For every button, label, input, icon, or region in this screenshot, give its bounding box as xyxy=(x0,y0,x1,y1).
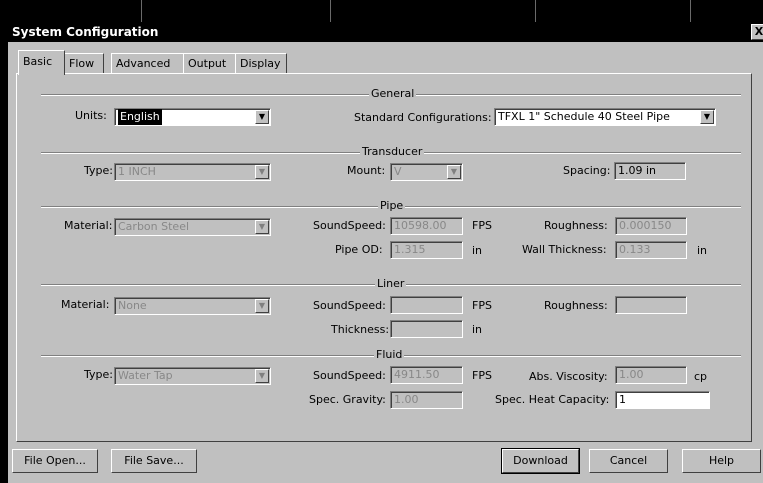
tab-basic[interactable]: Basic xyxy=(18,50,65,75)
section-title-general: General xyxy=(369,87,417,100)
transducer-type-value: 1 INCH xyxy=(118,165,156,178)
title-bar[interactable]: System Configuration X xyxy=(8,22,763,42)
liner-material-select: None ▼ xyxy=(114,297,271,315)
chevron-down-icon: ▼ xyxy=(255,299,269,313)
pipe-od-field: 1.315 xyxy=(390,241,463,259)
section-title-pipe: Pipe xyxy=(378,199,406,212)
pipe-material-value: Carbon Steel xyxy=(118,220,190,233)
close-button[interactable]: X xyxy=(751,24,763,40)
tab-flow[interactable]: Flow xyxy=(64,53,104,74)
liner-soundspeed-unit: FPS xyxy=(472,299,492,312)
spacing-field: 1.09 in xyxy=(614,162,686,180)
abs-viscosity-label: Abs. Viscosity: xyxy=(529,370,608,383)
pipe-soundspeed-field: 10598.00 xyxy=(390,217,463,235)
spec-gravity-field: 1.00 xyxy=(390,391,463,409)
mount-label: Mount: xyxy=(347,164,386,177)
fluid-soundspeed-unit: FPS xyxy=(472,369,492,382)
pipe-soundspeed-unit: FPS xyxy=(472,219,492,232)
pipe-soundspeed-label: SoundSpeed: xyxy=(313,219,386,232)
chevron-down-icon: ▼ xyxy=(255,369,269,383)
spec-gravity-value: 1.00 xyxy=(394,393,419,406)
units-label: Units: xyxy=(75,109,107,122)
pipe-material-select: Carbon Steel ▼ xyxy=(114,218,271,236)
file-open-button[interactable]: File Open... xyxy=(12,449,98,473)
transducer-type-select: 1 INCH ▼ xyxy=(114,163,271,181)
fluid-soundspeed-value: 4911.50 xyxy=(394,368,440,381)
wall-thickness-field: 0.133 xyxy=(615,241,687,259)
liner-thickness-field xyxy=(390,320,463,338)
liner-thickness-unit: in xyxy=(472,323,483,336)
liner-material-value: None xyxy=(118,299,147,312)
fluid-type-label: Type: xyxy=(84,368,113,381)
abs-viscosity-unit: cp xyxy=(694,370,708,383)
spec-heat-capacity-field[interactable]: 1 xyxy=(615,391,710,409)
background-divider xyxy=(535,0,536,22)
help-button[interactable]: Help xyxy=(682,449,761,473)
tab-display[interactable]: Display xyxy=(235,53,287,74)
pipe-od-unit: in xyxy=(472,244,483,257)
background-divider xyxy=(141,0,142,22)
section-title-transducer: Transducer xyxy=(360,145,425,158)
wall-thickness-label: Wall Thickness: xyxy=(522,243,607,256)
liner-material-label: Material: xyxy=(61,298,110,311)
transducer-type-label: Type: xyxy=(84,164,113,177)
background-divider xyxy=(690,0,691,22)
spec-heat-capacity-value: 1 xyxy=(619,393,626,406)
window-title: System Configuration xyxy=(12,25,159,39)
standard-configurations-select[interactable]: TFXL 1" Schedule 40 Steel Pipe ▼ xyxy=(494,108,716,126)
section-title-liner: Liner xyxy=(375,277,407,290)
fluid-soundspeed-label: SoundSpeed: xyxy=(313,369,386,382)
file-save-button[interactable]: File Save... xyxy=(111,449,197,473)
background-window-strip xyxy=(0,0,763,22)
section-title-fluid: Fluid xyxy=(374,348,405,361)
units-select[interactable]: English ▼ xyxy=(114,108,271,126)
fluid-type-select: Water Tap ▼ xyxy=(114,367,271,385)
pipe-roughness-value: 0.000150 xyxy=(619,219,672,232)
chevron-down-icon: ▼ xyxy=(447,165,461,179)
fluid-soundspeed-field: 4911.50 xyxy=(390,366,463,384)
spacing-value: 1.09 in xyxy=(618,164,657,177)
abs-viscosity-field: 1.00 xyxy=(615,366,687,384)
abs-viscosity-value: 1.00 xyxy=(619,368,644,381)
system-configuration-dialog: System Configuration X Basic Flow Advanc… xyxy=(8,22,763,483)
basic-tab-panel: General Units: English ▼ Standard Config… xyxy=(16,73,752,442)
wall-thickness-unit: in xyxy=(697,244,708,257)
chevron-down-icon: ▼ xyxy=(255,220,269,234)
pipe-od-value: 1.315 xyxy=(394,243,426,256)
cancel-button[interactable]: Cancel xyxy=(589,449,668,473)
background-divider xyxy=(330,0,331,22)
mount-select: V ▼ xyxy=(390,163,463,181)
standard-configurations-value: TFXL 1" Schedule 40 Steel Pipe xyxy=(498,110,670,123)
liner-thickness-label: Thickness: xyxy=(331,323,390,336)
liner-roughness-label: Roughness: xyxy=(544,299,608,312)
pipe-soundspeed-value: 10598.00 xyxy=(394,219,447,232)
pipe-od-label: Pipe OD: xyxy=(335,243,383,256)
chevron-down-icon: ▼ xyxy=(255,165,269,179)
tab-output[interactable]: Output xyxy=(183,53,236,74)
wall-thickness-value: 0.133 xyxy=(619,243,651,256)
download-button[interactable]: Download xyxy=(501,448,580,474)
spec-gravity-label: Spec. Gravity: xyxy=(309,393,386,406)
liner-roughness-field xyxy=(615,296,687,314)
pipe-material-label: Material: xyxy=(64,219,113,232)
spec-heat-capacity-label: Spec. Heat Capacity: xyxy=(495,393,610,406)
pipe-roughness-field: 0.000150 xyxy=(615,217,687,235)
liner-soundspeed-field xyxy=(390,296,463,314)
fluid-type-value: Water Tap xyxy=(118,369,173,382)
chevron-down-icon[interactable]: ▼ xyxy=(700,110,714,124)
spacing-label: Spacing: xyxy=(563,164,611,177)
standard-configurations-label: Standard Configurations: xyxy=(354,111,492,124)
mount-value: V xyxy=(394,165,402,178)
chevron-down-icon[interactable]: ▼ xyxy=(255,110,269,124)
tab-advanced[interactable]: Advanced xyxy=(111,53,185,74)
liner-soundspeed-label: SoundSpeed: xyxy=(313,299,386,312)
units-value: English xyxy=(118,109,162,125)
pipe-roughness-label: Roughness: xyxy=(544,219,608,232)
